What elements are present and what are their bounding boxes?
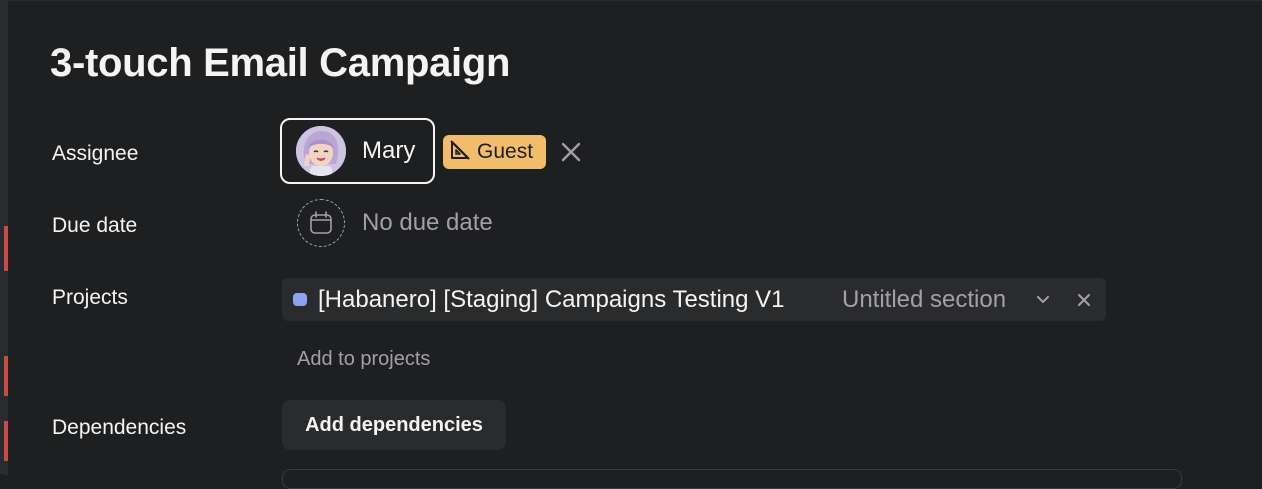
project-name[interactable]: [Habanero] [Staging] Campaigns Testing V… — [318, 286, 785, 314]
assignee-label: Assignee — [52, 142, 139, 165]
dependencies-label: Dependencies — [52, 416, 187, 439]
project-section-selector[interactable]: Untitled section — [842, 286, 1006, 314]
due-date-label: Due date — [52, 214, 138, 237]
add-dependencies-button[interactable]: Add dependencies — [282, 400, 506, 450]
project-color-dot — [293, 293, 307, 306]
left-edge-marker — [4, 226, 8, 271]
left-edge-marker — [4, 421, 8, 461]
left-edge-marker — [4, 356, 8, 396]
guest-badge-label: Guest — [477, 140, 534, 163]
task-detail-panel: 3-touch Email Campaign Assignee Mary Gue… — [0, 0, 1262, 489]
assignee-name[interactable]: Mary — [362, 137, 415, 165]
remove-project-icon[interactable] — [1075, 291, 1093, 309]
left-edge-strip — [4, 1, 8, 475]
chevron-down-icon[interactable] — [1034, 290, 1052, 308]
due-date-value[interactable]: No due date — [362, 209, 493, 237]
next-field-box[interactable] — [282, 469, 1182, 489]
add-dependencies-label: Add dependencies — [305, 413, 483, 436]
guest-ruler-icon — [449, 139, 471, 166]
close-icon[interactable] — [559, 140, 583, 164]
projects-label: Projects — [52, 286, 128, 309]
memoji-avatar-icon — [296, 126, 346, 176]
calendar-icon[interactable] — [297, 199, 345, 247]
add-to-projects-link[interactable]: Add to projects — [297, 348, 430, 371]
guest-badge: Guest — [443, 135, 546, 169]
task-title[interactable]: 3-touch Email Campaign — [50, 41, 510, 86]
